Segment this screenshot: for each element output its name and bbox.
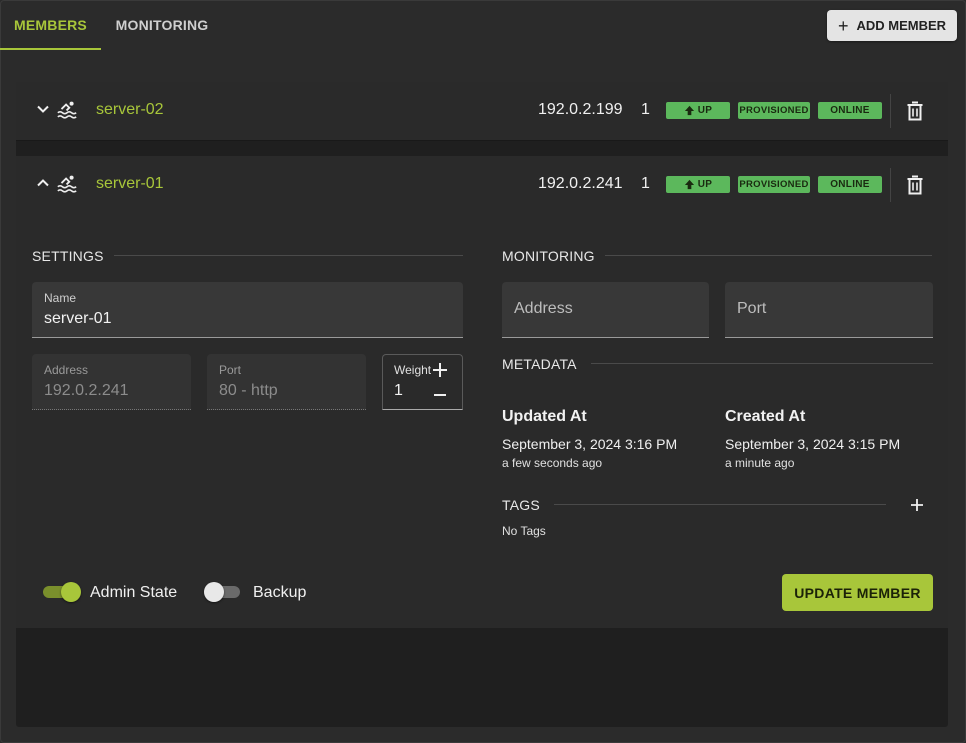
tab-bar: MEMBERS MONITORING xyxy=(0,0,966,50)
increment-icon[interactable] xyxy=(431,361,449,379)
tab-monitoring[interactable]: MONITORING xyxy=(107,0,217,50)
decrement-icon[interactable] xyxy=(431,385,449,403)
member-row: server-02 192.0.2.199 1 UP PROVISIONED O… xyxy=(16,82,948,141)
member-row-header[interactable]: server-02 192.0.2.199 1 UP PROVISIONED O… xyxy=(16,82,948,140)
section-divider xyxy=(591,363,933,364)
created-at-label: Created At xyxy=(725,408,806,425)
member-weight: 1 xyxy=(641,175,650,192)
member-row-header[interactable]: server-01 192.0.2.241 1 UP PROVISIONED O… xyxy=(16,156,948,214)
backup-toggle[interactable] xyxy=(204,582,242,602)
member-row-expanded: server-01 192.0.2.241 1 UP PROVISIONED O… xyxy=(16,156,948,628)
name-field[interactable]: Name server-01 xyxy=(32,282,463,338)
arrow-up-icon xyxy=(684,105,694,116)
updated-at-label: Updated At xyxy=(502,408,587,425)
name-label: Name xyxy=(44,291,77,305)
admin-state-toggle[interactable] xyxy=(43,582,81,602)
monitoring-title: MONITORING xyxy=(502,248,595,264)
tab-members[interactable]: MEMBERS xyxy=(0,0,101,50)
delete-icon[interactable] xyxy=(906,175,924,195)
status-badge-provisioned: PROVISIONED xyxy=(738,176,810,193)
status-up-text: UP xyxy=(697,105,713,116)
pool-icon xyxy=(57,175,77,193)
updated-at-relative: a few seconds ago xyxy=(502,456,603,470)
weight-label: Weight xyxy=(394,363,432,377)
status-badge-provisioned: PROVISIONED xyxy=(738,102,810,119)
arrow-up-icon xyxy=(684,179,694,190)
weight-stepper[interactable]: Weight 1 xyxy=(382,354,463,410)
created-at-date: September 3, 2024 3:15 PM xyxy=(725,436,901,452)
member-name-link[interactable]: server-02 xyxy=(96,101,164,119)
address-field: Address 192.0.2.241 xyxy=(32,354,191,410)
toggle-knob xyxy=(61,582,81,602)
monitor-port-placeholder: Port xyxy=(737,300,767,317)
member-weight: 1 xyxy=(641,101,650,118)
section-divider xyxy=(605,255,932,256)
plus-icon: + xyxy=(837,15,849,36)
tags-title: TAGS xyxy=(502,497,540,513)
no-tags-text: No Tags xyxy=(502,524,546,538)
monitor-address-field[interactable]: Address xyxy=(502,282,709,338)
name-value: server-01 xyxy=(44,310,112,327)
admin-state-label: Admin State xyxy=(90,584,178,601)
member-ip: 192.0.2.199 xyxy=(538,101,623,118)
divider xyxy=(890,168,891,202)
member-ip: 192.0.2.241 xyxy=(538,175,623,192)
port-label: Port xyxy=(219,363,242,377)
updated-at-date: September 3, 2024 3:16 PM xyxy=(502,436,678,452)
address-value: 192.0.2.241 xyxy=(44,382,129,399)
status-badge-up: UP xyxy=(666,102,730,119)
status-up-text: UP xyxy=(697,179,713,190)
monitor-port-field[interactable]: Port xyxy=(725,282,933,338)
divider xyxy=(890,94,891,128)
add-member-label: ADD MEMBER xyxy=(856,18,947,33)
delete-icon[interactable] xyxy=(906,101,924,121)
weight-value: 1 xyxy=(394,382,403,399)
status-badge-online: ONLINE xyxy=(818,176,882,193)
backup-label: Backup xyxy=(253,584,307,601)
toggle-knob xyxy=(204,582,224,602)
settings-title: SETTINGS xyxy=(32,248,104,264)
status-badge-up: UP xyxy=(666,176,730,193)
update-member-button[interactable]: UPDATE MEMBER xyxy=(782,574,933,611)
monitor-address-placeholder: Address xyxy=(514,300,573,317)
address-label: Address xyxy=(44,363,89,377)
chevron-down-icon[interactable] xyxy=(35,101,51,117)
port-value: 80 - http xyxy=(219,382,278,399)
chevron-up-icon[interactable] xyxy=(35,175,51,191)
add-member-button[interactable]: + ADD MEMBER xyxy=(827,10,957,41)
pool-icon xyxy=(57,101,77,119)
status-badge-online: ONLINE xyxy=(818,102,882,119)
section-divider xyxy=(554,504,886,505)
metadata-title: METADATA xyxy=(502,356,577,372)
port-field: Port 80 - http xyxy=(207,354,366,410)
section-divider xyxy=(114,255,463,256)
add-tag-icon[interactable] xyxy=(909,497,925,513)
created-at-relative: a minute ago xyxy=(725,456,795,470)
member-name-link[interactable]: server-01 xyxy=(96,175,164,193)
